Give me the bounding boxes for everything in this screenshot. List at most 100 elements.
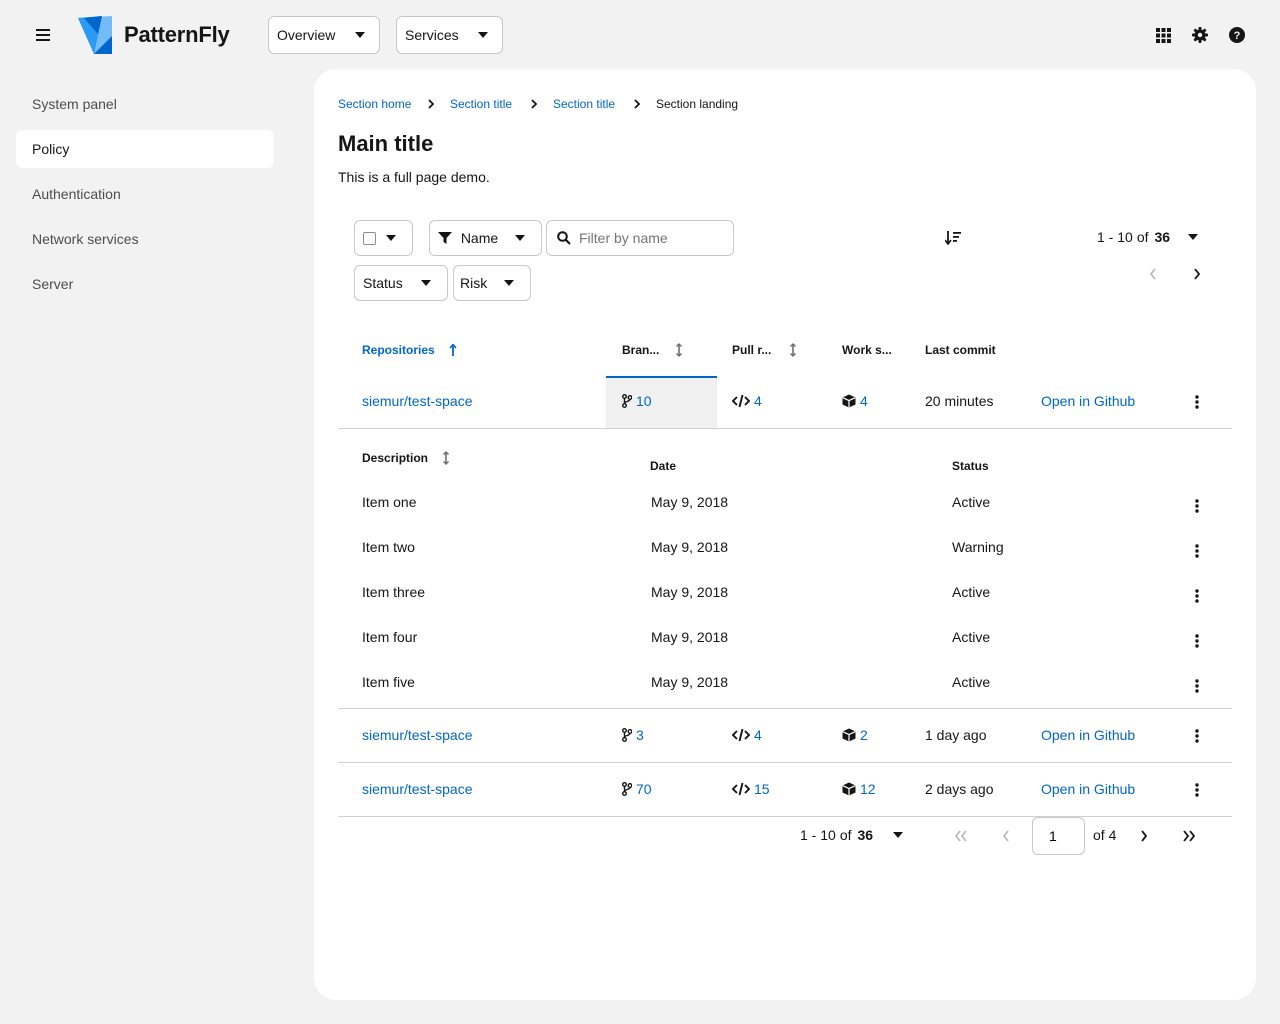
filter-attribute-dropdown[interactable]: Name — [429, 220, 542, 256]
chevron-right-icon — [1194, 268, 1201, 280]
caret-down-icon — [478, 32, 488, 38]
sort-button[interactable] — [945, 231, 961, 245]
page-description: This is a full page demo. — [338, 169, 490, 185]
breadcrumb-link[interactable]: Section title — [553, 97, 615, 111]
sidebar-item-authentication[interactable]: Authentication — [16, 175, 274, 213]
pull-requests-count: 4 — [754, 393, 762, 409]
nested-row-actions-button[interactable] — [1189, 587, 1205, 605]
help-button[interactable]: ? — [1228, 26, 1246, 44]
prev-page-button[interactable] — [1001, 830, 1011, 842]
row-actions-button[interactable] — [1189, 393, 1205, 411]
pagination-total: 36 — [857, 827, 874, 843]
risk-filter-dropdown[interactable]: Risk — [453, 265, 531, 301]
pagination-range: 1 - 10 — [1097, 229, 1133, 245]
pagination-total: 36 — [1154, 229, 1171, 245]
nested-date: May 9, 2018 — [651, 494, 729, 510]
nested-status: Warning — [952, 539, 1004, 555]
row-divider — [338, 708, 1232, 709]
services-dropdown[interactable]: Services — [396, 16, 503, 54]
cube-icon — [842, 728, 856, 742]
search-icon — [557, 231, 571, 245]
nav-toggle-button[interactable] — [30, 22, 56, 48]
kebab-icon — [1195, 589, 1199, 603]
pagination-of: of — [1136, 229, 1149, 245]
search-input[interactable] — [579, 230, 724, 246]
pull-requests-link[interactable]: 4 — [732, 393, 762, 409]
column-header-workspaces[interactable]: Work s... — [842, 343, 892, 357]
sidebar-item-server[interactable]: Server — [16, 265, 274, 303]
last-page-button[interactable] — [1182, 830, 1196, 842]
kebab-icon — [1195, 634, 1199, 648]
nested-description: Item four — [362, 629, 418, 645]
caret-down-icon — [1188, 234, 1199, 240]
nested-row-actions-button[interactable] — [1189, 632, 1205, 650]
nested-column-header-description[interactable]: Description — [362, 451, 450, 465]
repo-link[interactable]: siemur/test-space — [362, 727, 472, 743]
first-page-button[interactable] — [954, 830, 968, 842]
breadcrumb-link[interactable]: Section home — [338, 97, 411, 111]
nested-status: Active — [952, 674, 991, 690]
pagination-of: of — [839, 827, 852, 843]
search-input-group[interactable] — [546, 220, 734, 256]
row-actions-button[interactable] — [1189, 727, 1205, 745]
top-pagination-toggle[interactable]: 1 - 10 of 36 — [1097, 229, 1199, 245]
status-filter-dropdown[interactable]: Status — [354, 265, 448, 301]
last-commit: 1 day ago — [925, 727, 987, 743]
column-header-repositories[interactable]: Repositories — [362, 343, 457, 357]
next-page-button[interactable] — [1139, 830, 1149, 842]
workspaces-link[interactable]: 4 — [842, 393, 868, 409]
last-commit: 20 minutes — [925, 393, 994, 409]
row-actions-button[interactable] — [1189, 781, 1205, 799]
column-header-last-commit: Last commit — [925, 343, 996, 357]
repo-link[interactable]: siemur/test-space — [362, 393, 472, 409]
branches-link[interactable]: 3 — [622, 727, 644, 743]
nested-row-actions-button[interactable] — [1189, 497, 1205, 515]
pull-requests-link[interactable]: 15 — [732, 781, 770, 797]
kebab-icon — [1195, 729, 1199, 743]
top-prev-page-button[interactable] — [1148, 268, 1158, 280]
breadcrumb-link[interactable]: Section title — [450, 97, 512, 111]
sidebar-item-policy[interactable]: Policy — [16, 130, 274, 168]
branches-link[interactable]: 70 — [622, 781, 652, 797]
workspaces-link[interactable]: 2 — [842, 727, 868, 743]
page-number-input[interactable] — [1032, 817, 1085, 855]
nested-date: May 9, 2018 — [651, 629, 729, 645]
last-commit: 2 days ago — [925, 781, 994, 797]
open-in-github-link[interactable]: Open in Github — [1041, 781, 1135, 797]
pull-requests-link[interactable]: 4 — [732, 727, 762, 743]
kebab-icon — [1195, 679, 1199, 693]
bottom-pagination-toggle[interactable]: 1 - 10 of 36 — [800, 827, 904, 843]
settings-icon — [1192, 27, 1208, 43]
bulk-select-dropdown[interactable] — [354, 220, 413, 256]
column-header-branches[interactable]: Bran... — [622, 343, 683, 357]
pull-requests-count: 15 — [754, 781, 770, 797]
overview-dropdown[interactable]: Overview — [268, 16, 380, 54]
branches-link[interactable]: 10 — [622, 393, 652, 409]
bulk-select-checkbox[interactable] — [363, 231, 376, 245]
top-next-page-button[interactable] — [1192, 268, 1202, 280]
column-header-pull-requests[interactable]: Pull r... — [732, 343, 797, 357]
open-in-github-link[interactable]: Open in Github — [1041, 393, 1135, 409]
sidebar-item-label: Authentication — [32, 186, 121, 202]
open-in-github-link[interactable]: Open in Github — [1041, 727, 1135, 743]
chevron-left-icon — [1002, 830, 1009, 842]
settings-button[interactable] — [1191, 26, 1209, 44]
caret-down-icon — [386, 235, 396, 241]
sidebar-item-label: Network services — [32, 231, 139, 247]
chevron-right-icon — [634, 99, 641, 109]
row-divider — [338, 762, 1232, 763]
chevron-left-icon — [1149, 268, 1156, 280]
nested-row-actions-button[interactable] — [1189, 542, 1205, 560]
sort-amount-down-icon — [945, 231, 961, 245]
repo-link[interactable]: siemur/test-space — [362, 781, 472, 797]
sidebar-item-network-services[interactable]: Network services — [16, 220, 274, 258]
workspaces-link[interactable]: 12 — [842, 781, 876, 797]
cube-icon — [842, 394, 856, 408]
code-icon — [732, 394, 750, 408]
sidebar-item-label: Server — [32, 276, 74, 292]
nested-row-actions-button[interactable] — [1189, 677, 1205, 695]
sidebar-item-system-panel[interactable]: System panel — [16, 85, 274, 123]
apps-grid-button[interactable] — [1154, 26, 1172, 44]
brand[interactable]: PatternFly — [76, 16, 230, 54]
caret-down-icon — [504, 280, 514, 286]
